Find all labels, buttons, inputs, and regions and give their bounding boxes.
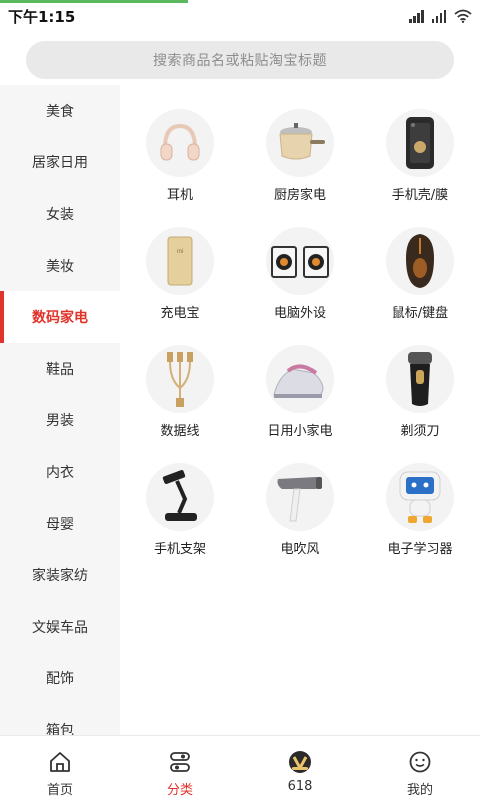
category-tile[interactable]: 厨房家电 (240, 85, 360, 203)
smile-face-icon (409, 751, 431, 773)
gaming-mouse-icon (406, 234, 434, 288)
hair-dryer-icon (277, 477, 322, 522)
category-label: 电脑外设 (273, 306, 326, 321)
category-label: 鼠标/键盘 (391, 306, 449, 321)
category-label: 日用小家电 (267, 424, 333, 439)
category-tile[interactable]: 剃须刀 (360, 321, 480, 439)
usb-cable-icon (167, 352, 193, 407)
category-icon (170, 752, 190, 772)
sidebar-item-baby[interactable]: 母婴 (0, 498, 120, 550)
search-input[interactable]: 搜索商品名或粘贴淘宝标题 (26, 41, 454, 79)
phone-case-icon (406, 117, 434, 169)
category-label: 手机壳/膜 (391, 188, 449, 203)
status-icons (409, 7, 472, 23)
nav-home-label: 首页 (46, 783, 73, 798)
speakers-icon (271, 246, 329, 278)
nav-mine-label: 我的 (406, 783, 433, 798)
v-badge-icon (289, 751, 311, 773)
search-placeholder: 搜索商品名或粘贴淘宝标题 (153, 53, 327, 69)
signal-icon (431, 9, 446, 23)
page-load-progress (0, 0, 188, 3)
nav-home[interactable]: 首页 (0, 736, 120, 800)
shaver-icon (408, 352, 432, 406)
category-tile[interactable]: 电吹风 (240, 439, 360, 557)
nav-618-label: 618 (287, 779, 313, 794)
category-label: 电子学习器 (387, 542, 453, 557)
svg-text:mi: mi (177, 249, 183, 255)
sidebar-item-food[interactable]: 美食 (0, 85, 120, 137)
category-label: 手机支架 (153, 542, 206, 557)
status-bar: 下午1:15 (0, 0, 480, 30)
category-label: 剃须刀 (400, 424, 440, 439)
sidebar-item-accessories[interactable]: 配饰 (0, 653, 120, 705)
power-bank-icon: mi (167, 236, 193, 286)
category-tile[interactable]: 手机壳/膜 (360, 85, 480, 203)
nav-618[interactable]: 618 (240, 736, 360, 800)
signal-icon (409, 9, 424, 23)
category-tile[interactable]: 手机支架 (120, 439, 240, 557)
category-label: 电吹风 (280, 542, 320, 557)
category-tile[interactable]: 数据线 (120, 321, 240, 439)
category-tile[interactable]: 电脑外设 (240, 203, 360, 321)
sidebar-item-home-textiles[interactable]: 家装家纺 (0, 549, 120, 601)
category-label: 充电宝 (160, 306, 200, 321)
nav-mine[interactable]: 我的 (360, 736, 480, 800)
wifi-icon (454, 9, 472, 23)
category-label: 耳机 (166, 188, 193, 203)
sidebar-item-beauty[interactable]: 美妆 (0, 240, 120, 292)
category-tile[interactable]: 日用小家电 (240, 321, 360, 439)
sidebar-item-underwear[interactable]: 内衣 (0, 446, 120, 498)
status-time: 下午1:15 (8, 8, 76, 26)
category-label: 数据线 (160, 424, 200, 439)
sidebar-item-digital-appliances[interactable]: 数码家电 (0, 291, 120, 343)
learning-robot-icon (399, 471, 441, 523)
sidebar-item-womens-clothing[interactable]: 女装 (0, 188, 120, 240)
sidebar-item-bags[interactable]: 箱包 (0, 704, 120, 735)
cooking-pot-icon (279, 123, 325, 160)
headphones-icon (160, 123, 200, 161)
steam-iron-icon (273, 364, 324, 398)
category-tile[interactable]: 电子学习器 (360, 439, 480, 557)
nav-category-label: 分类 (166, 783, 193, 798)
bottom-nav: 首页 分类 618 我的 (0, 735, 480, 800)
category-tile[interactable]: mi 充电宝 (120, 203, 240, 321)
category-sidebar[interactable]: 美食 居家日用 女装 美妆 数码家电 鞋品 男装 内衣 母婴 家装家纺 文娱车品… (0, 85, 120, 735)
sidebar-item-entertainment-car[interactable]: 文娱车品 (0, 601, 120, 653)
category-tile[interactable]: 耳机 (120, 85, 240, 203)
sidebar-item-household[interactable]: 居家日用 (0, 137, 120, 189)
home-icon (50, 752, 70, 772)
category-tile[interactable]: 鼠标/键盘 (360, 203, 480, 321)
nav-category[interactable]: 分类 (120, 736, 240, 800)
sidebar-item-shoes[interactable]: 鞋品 (0, 343, 120, 395)
category-label: 厨房家电 (273, 188, 326, 203)
phone-stand-icon (162, 470, 197, 521)
sidebar-item-mens-clothing[interactable]: 男装 (0, 395, 120, 447)
